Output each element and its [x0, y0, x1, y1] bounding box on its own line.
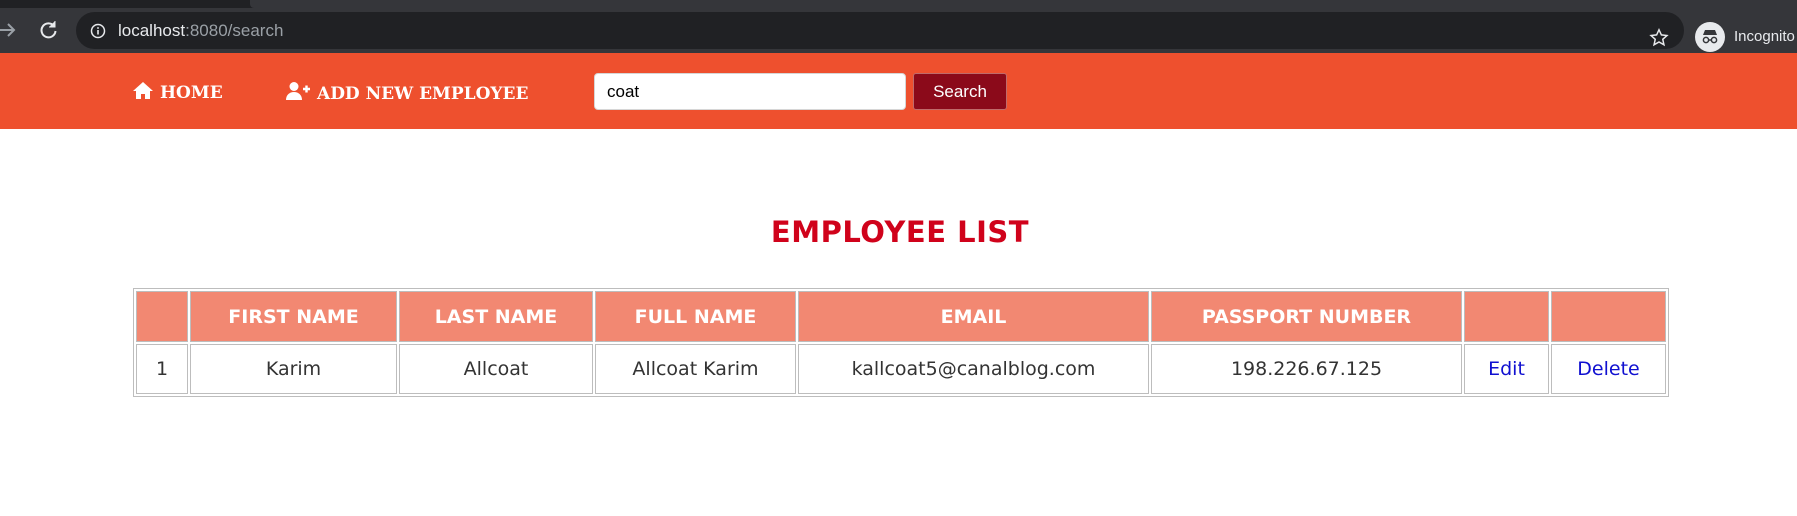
cell-last-name: Allcoat	[399, 344, 593, 394]
app-navbar: HOME ADD NEW EMPLOYEE Search	[0, 53, 1797, 129]
header-index	[136, 291, 188, 342]
bookmark-star-icon[interactable]	[1648, 27, 1670, 49]
search-input[interactable]	[594, 73, 906, 110]
cell-edit: Edit	[1464, 344, 1549, 394]
table-header-row: FIRST NAME LAST NAME FULL NAME EMAIL PAS…	[136, 291, 1666, 342]
header-first-name: FIRST NAME	[190, 291, 397, 342]
info-icon[interactable]	[90, 23, 106, 39]
cell-email: kallcoat5@canalblog.com	[798, 344, 1149, 394]
employee-table: FIRST NAME LAST NAME FULL NAME EMAIL PAS…	[133, 288, 1669, 397]
header-full-name: FULL NAME	[595, 291, 796, 342]
header-edit	[1464, 291, 1549, 342]
cell-passport: 198.226.67.125	[1151, 344, 1462, 394]
header-delete	[1551, 291, 1666, 342]
nav-home-label: HOME	[160, 83, 223, 103]
cell-full-name: Allcoat Karim	[595, 344, 796, 394]
nav-add-label: ADD NEW EMPLOYEE	[317, 83, 529, 104]
browser-tab[interactable]	[250, 0, 1797, 8]
reload-icon[interactable]	[36, 18, 60, 42]
cell-first-name: Karim	[190, 344, 397, 394]
browser-toolbar: localhost:8080/search Incognito	[0, 8, 1797, 53]
address-bar[interactable]: localhost:8080/search	[76, 12, 1684, 49]
header-last-name: LAST NAME	[399, 291, 593, 342]
nav-home-link[interactable]: HOME	[132, 81, 223, 105]
search-button[interactable]: Search	[913, 73, 1007, 110]
delete-link[interactable]: Delete	[1577, 358, 1639, 380]
url-host: localhost	[118, 21, 186, 40]
incognito-icon[interactable]	[1695, 22, 1725, 52]
cell-delete: Delete	[1551, 344, 1666, 394]
url-path: :8080/search	[185, 21, 284, 40]
forward-arrow-icon[interactable]	[0, 18, 18, 42]
page-title: EMPLOYEE LIST	[770, 215, 1030, 249]
home-icon	[132, 81, 154, 105]
url-text[interactable]: localhost:8080/search	[118, 21, 283, 41]
edit-link[interactable]: Edit	[1488, 358, 1525, 380]
header-passport: PASSPORT NUMBER	[1151, 291, 1462, 342]
header-email: EMAIL	[798, 291, 1149, 342]
table-row: 1 Karim Allcoat Allcoat Karim kallcoat5@…	[136, 344, 1666, 394]
add-user-icon	[285, 81, 311, 106]
incognito-label: Incognito	[1734, 28, 1795, 45]
cell-index: 1	[136, 344, 188, 394]
nav-add-employee-link[interactable]: ADD NEW EMPLOYEE	[285, 81, 528, 106]
